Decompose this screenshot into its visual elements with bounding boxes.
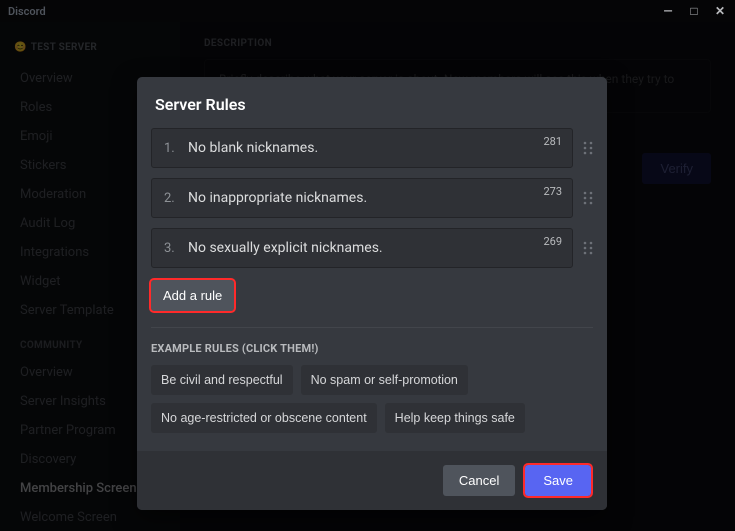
- save-button[interactable]: Save: [525, 465, 591, 496]
- drag-handle-icon[interactable]: [581, 228, 595, 268]
- example-chip-spam[interactable]: No spam or self-promotion: [301, 365, 468, 395]
- example-rules-section: EXAMPLE RULES (CLICK THEM!) Be civil and…: [137, 328, 607, 451]
- char-count: 281: [543, 135, 562, 148]
- char-count: 273: [543, 185, 562, 198]
- window-controls: — □ ✕: [661, 4, 727, 18]
- app-name: Discord: [8, 5, 46, 18]
- rules-list: 1. No blank nicknames. 281 2. No inappro…: [137, 128, 607, 278]
- add-rule-button[interactable]: Add a rule: [151, 280, 234, 311]
- drag-handle-icon[interactable]: [581, 178, 595, 218]
- rule-row: 1. No blank nicknames. 281: [151, 128, 595, 168]
- server-rules-modal: Server Rules 1. No blank nicknames. 281 …: [137, 77, 607, 510]
- rule-text: No sexually explicit nicknames.: [188, 240, 562, 256]
- minimize-icon[interactable]: —: [661, 4, 675, 18]
- example-chip-civil[interactable]: Be civil and respectful: [151, 365, 293, 395]
- rule-input[interactable]: 1. No blank nicknames. 281: [151, 128, 573, 168]
- cancel-button[interactable]: Cancel: [443, 465, 515, 496]
- rule-input[interactable]: 2. No inappropriate nicknames. 273: [151, 178, 573, 218]
- example-rules-label: EXAMPLE RULES (CLICK THEM!): [151, 342, 593, 355]
- char-count: 269: [543, 235, 562, 248]
- rule-number: 1.: [164, 141, 178, 156]
- rule-number: 3.: [164, 241, 178, 256]
- rule-number: 2.: [164, 191, 178, 206]
- example-chip-safe[interactable]: Help keep things safe: [385, 403, 525, 433]
- rule-row: 2. No inappropriate nicknames. 273: [151, 178, 595, 218]
- titlebar: Discord — □ ✕: [0, 0, 735, 22]
- close-icon[interactable]: ✕: [713, 4, 727, 18]
- rule-row: 3. No sexually explicit nicknames. 269: [151, 228, 595, 268]
- example-chip-age[interactable]: No age-restricted or obscene content: [151, 403, 377, 433]
- modal-title: Server Rules: [137, 77, 607, 128]
- rule-text: No blank nicknames.: [188, 140, 562, 156]
- maximize-icon[interactable]: □: [687, 4, 701, 18]
- drag-handle-icon[interactable]: [581, 128, 595, 168]
- rule-text: No inappropriate nicknames.: [188, 190, 562, 206]
- rule-input[interactable]: 3. No sexually explicit nicknames. 269: [151, 228, 573, 268]
- modal-footer: Cancel Save: [137, 451, 607, 510]
